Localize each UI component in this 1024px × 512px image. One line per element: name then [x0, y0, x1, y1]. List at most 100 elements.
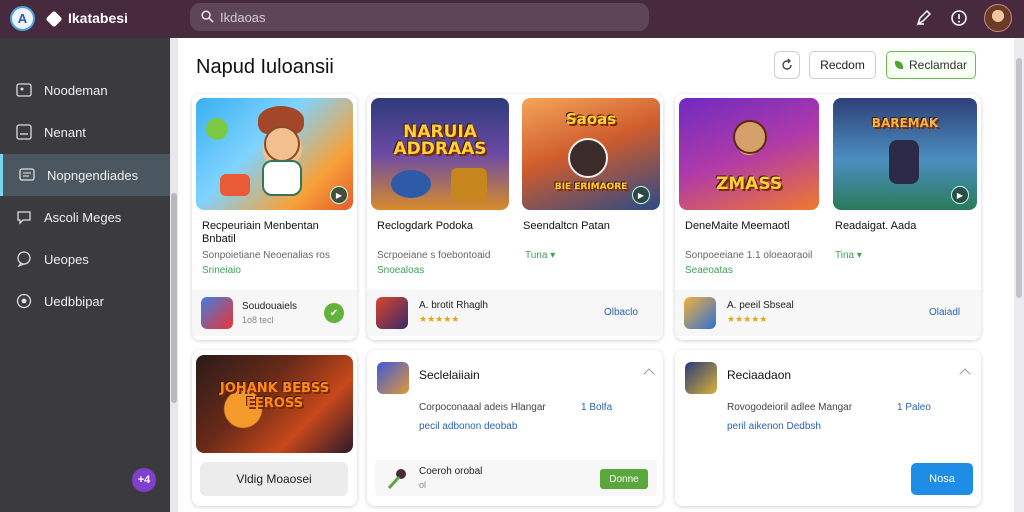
game-art-image[interactable]: JOHANK BEBSS EEROSS: [196, 355, 353, 453]
game-desc: Scrpoeiane s foebontoaid: [377, 250, 491, 261]
leaf-icon: [894, 61, 903, 69]
reclamdar-button[interactable]: Reclamdar: [886, 51, 976, 79]
sidebar-item-label: Ascoli Meges: [44, 209, 122, 225]
sidebar-item-label: Noodeman: [44, 82, 108, 98]
sidebar-item-label: Nenant: [44, 124, 86, 140]
sidebar-item-ascoli-meges[interactable]: Ascoli Meges: [0, 196, 170, 238]
game-art-title-2: Saoas: [565, 110, 617, 128]
game-art-image[interactable]: ZMASS: [679, 98, 819, 210]
game-title: DeneMaite Meemaotl: [685, 220, 790, 232]
game-art-image[interactable]: ▶: [196, 98, 353, 210]
card-footer: A. brotit Rhaglh ★★★★★ Olbaclo: [367, 290, 663, 336]
game-link[interactable]: Snoealoas: [377, 265, 424, 276]
panel-thumbnail[interactable]: [377, 362, 409, 394]
search-bar[interactable]: [190, 3, 649, 31]
footer-sub: ol: [419, 480, 427, 490]
game-art-image[interactable]: NARUIA ADDRAAS: [371, 98, 509, 210]
leaf-branch-icon: [387, 469, 406, 490]
circle-dot-icon: [16, 293, 32, 309]
game-title: Reclogdark Podoka: [377, 220, 474, 232]
game-art-title: JOHANK BEBSS EEROSS: [219, 381, 330, 411]
panel-thumbnail[interactable]: [685, 362, 717, 394]
footer-name: Coeroh orobal: [419, 466, 483, 477]
game-art-title: NARUIA ADDRAAS: [393, 122, 487, 159]
sidebar-item-label: Uedbbipar: [44, 293, 104, 309]
inline-dropdown[interactable]: Tuna ▾: [525, 250, 555, 261]
panel-title: Reciaadaon: [727, 368, 792, 382]
game-thumbnail[interactable]: [201, 297, 233, 329]
app-logo-icon[interactable]: A: [10, 6, 35, 31]
footer-name: A. brotit Rhaglh: [419, 300, 488, 311]
game-thumbnail[interactable]: [376, 297, 408, 329]
scrollbar-thumb[interactable]: [1016, 58, 1022, 298]
sidebar-fab-button[interactable]: +4: [132, 468, 156, 492]
check-button[interactable]: ✔: [324, 303, 344, 323]
game-desc: Sonpoietiane Neoenalias ros: [202, 250, 330, 261]
top-bar: A Ikatabesi: [0, 0, 1024, 38]
game-title: Recpeuriain Menbentan Bnbatil: [202, 220, 319, 245]
diamond-logo-icon: [45, 10, 63, 28]
olbaclo-link[interactable]: Olbaclo: [604, 307, 638, 318]
panel-text: Rovogodeioril adlee Mangar: [727, 402, 853, 413]
refresh-icon: [782, 58, 792, 70]
panel-link[interactable]: peril aikenon Dedbsh: [727, 421, 821, 432]
panel-link[interactable]: pecil adbonon deobab: [419, 421, 517, 432]
game-card[interactable]: NARUIA ADDRAAS Saoas BIE ERIMAORE ▶ Recl…: [367, 94, 663, 340]
sidebar-scrollbar[interactable]: [170, 38, 178, 512]
game-art-title-2: BAREMAK: [871, 116, 939, 130]
search-icon: [201, 10, 214, 23]
scrollbar-thumb[interactable]: [171, 193, 177, 403]
panel-inline-link[interactable]: 1 Bolfa: [581, 402, 612, 413]
footer-name: Soudouaiels: [242, 301, 298, 312]
game-card[interactable]: ZMASS BAREMAK ▶ DeneMaite Meemaotl Reada…: [675, 94, 981, 340]
donne-button[interactable]: Donne: [600, 469, 648, 489]
sidebar-item-label: Ueopes: [44, 251, 89, 267]
vldig-moaosei-button[interactable]: Vldig Moaosei: [200, 462, 348, 496]
speech-icon: [17, 251, 31, 267]
page-title: Napud Iuloansii: [196, 56, 334, 78]
play-icon[interactable]: ▶: [951, 186, 969, 204]
star-rating: ★★★★★: [727, 314, 768, 324]
panel-inline-link[interactable]: 1 Paleo: [897, 402, 931, 413]
sidebar-item-nenant[interactable]: Nenant: [0, 111, 170, 153]
game-title-2: Seendaltcn Patan: [523, 220, 610, 232]
sidebar-item-nopngendiades[interactable]: Nopngendiades: [0, 154, 170, 196]
play-icon[interactable]: ▶: [632, 186, 650, 204]
game-thumbnail[interactable]: [684, 297, 716, 329]
card-footer: A. peeil Sbseal ★★★★★ Olaiadl: [675, 290, 981, 336]
panel-text: Corpoconaaal adeis Hlangar: [419, 402, 546, 413]
recdom-button[interactable]: Recdom: [809, 51, 876, 79]
chevron-up-icon[interactable]: [959, 368, 971, 380]
image-icon: [16, 83, 32, 97]
inline-dropdown[interactable]: Tina ▾: [835, 250, 862, 261]
footer-sub: 1o8 tecl: [242, 315, 274, 325]
app-name: Ikatabesi: [68, 10, 128, 26]
game-art-image-2[interactable]: BAREMAK ▶: [833, 98, 977, 210]
game-link[interactable]: Seaeoatas: [685, 265, 733, 276]
sidebar-item-uedbbipar[interactable]: Uedbbipar: [0, 280, 170, 322]
sidebar-item-noodeman[interactable]: Noodeman: [0, 69, 170, 111]
info-icon[interactable]: [949, 8, 969, 28]
reclamdar-label: Reclamdar: [908, 58, 968, 72]
game-art-title: ZMASS: [715, 174, 783, 194]
avatar[interactable]: [984, 4, 1012, 32]
search-input[interactable]: [220, 7, 620, 27]
refresh-button[interactable]: [774, 51, 800, 79]
star-rating: ★★★★★: [419, 314, 460, 324]
sidebar-item-ueopes[interactable]: Ueopes: [0, 238, 170, 280]
chat-bubble-icon: [17, 211, 31, 225]
panel-title: Seclelaiiain: [419, 368, 480, 382]
nosa-button[interactable]: Nosa: [911, 463, 973, 495]
sidebar-item-label: Nopngendiades: [47, 167, 139, 183]
play-icon[interactable]: ▶: [330, 186, 348, 204]
sidebar: Noodeman Nenant Nopngendiades Ascoli Meg…: [0, 38, 170, 512]
game-link[interactable]: Srineiaio: [202, 265, 241, 276]
game-card[interactable]: ▶ Recpeuriain Menbentan Bnbatil Sonpoiet…: [192, 94, 357, 340]
olaiadl-link[interactable]: Olaiadl: [929, 307, 960, 318]
pen-icon[interactable]: [914, 8, 934, 28]
game-art-image-2[interactable]: Saoas BIE ERIMAORE ▶: [522, 98, 660, 210]
card-footer: Soudouaiels 1o8 tecl ✔: [192, 290, 357, 336]
footer-name: A. peeil Sbseal: [727, 300, 794, 311]
chevron-up-icon[interactable]: [643, 368, 655, 380]
main-scrollbar[interactable]: [1014, 38, 1024, 512]
